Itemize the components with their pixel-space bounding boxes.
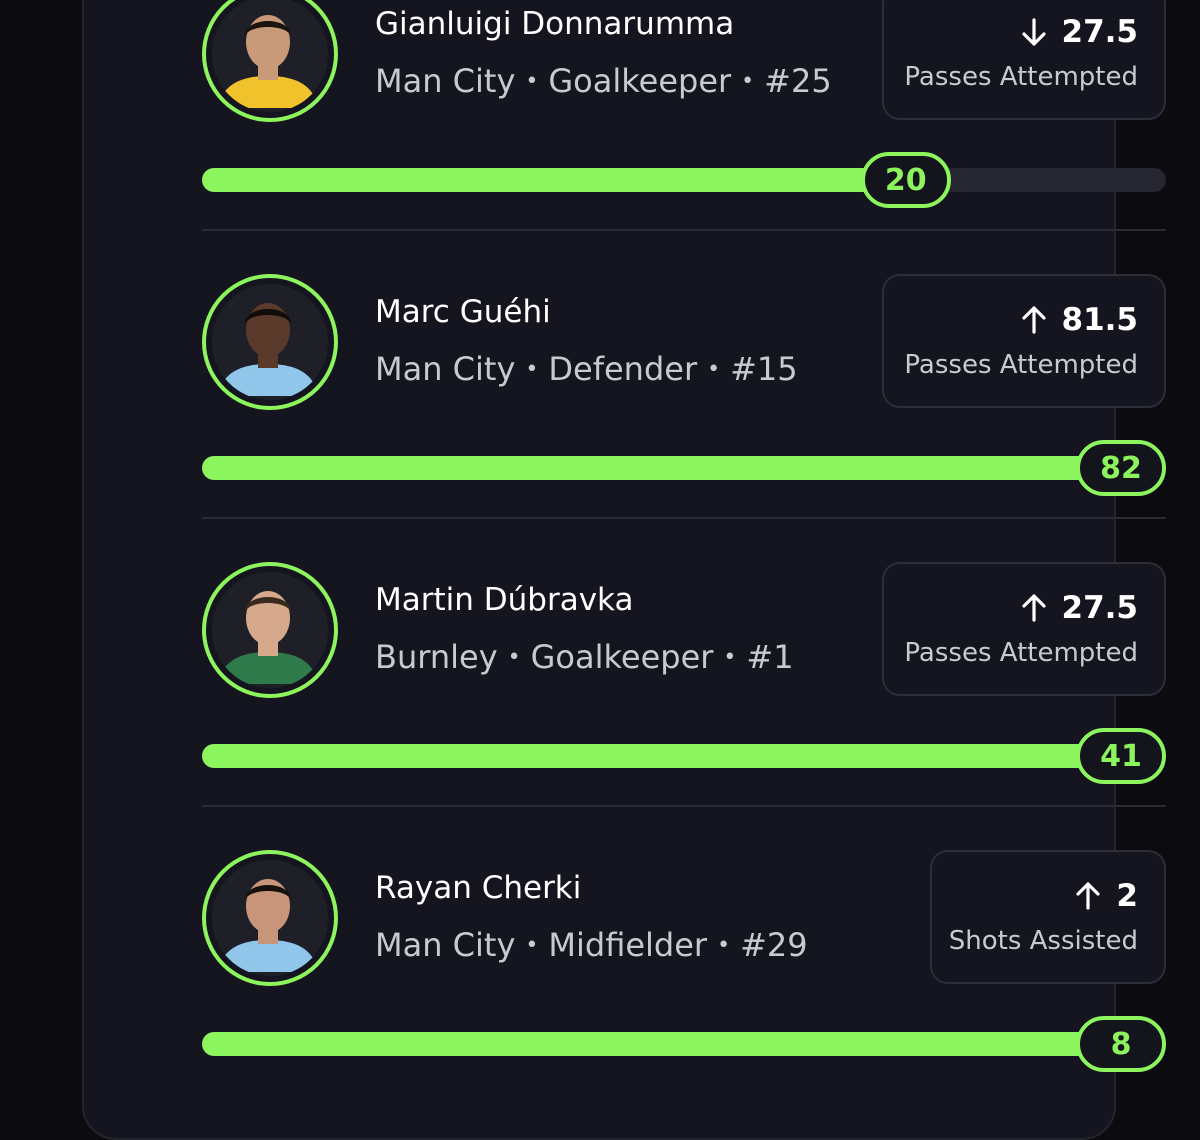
arrow-up-icon xyxy=(1020,305,1048,335)
player-team: Man City xyxy=(375,62,516,100)
arrow-up-icon xyxy=(1074,881,1102,911)
prop-stat-label: Passes Attempted xyxy=(904,62,1138,92)
progress-track: 82 xyxy=(202,440,1166,496)
prop-line-value: 27.5 xyxy=(1061,590,1139,626)
player-photo xyxy=(212,0,328,112)
player-photo xyxy=(212,860,328,976)
players-card: Gianluigi Donnarumma Man City • Goalkeeper… xyxy=(82,0,1166,1140)
progress-value-badge: 82 xyxy=(1076,440,1166,496)
progress-value-badge: 41 xyxy=(1076,728,1166,784)
player-position: Goalkeeper xyxy=(548,62,732,100)
row-divider xyxy=(202,229,1166,231)
player-name: Rayan Cherki xyxy=(375,870,582,906)
progress-fill xyxy=(202,744,1121,768)
player-photo xyxy=(212,572,328,688)
player-row[interactable]: Rayan Cherki Man City • Midfielder • #29 2 S… xyxy=(202,836,1166,1086)
player-row[interactable]: Martin Dúbravka Burnley • Goalkeeper • #1 27… xyxy=(202,548,1166,807)
player-photo xyxy=(212,284,328,400)
row-divider xyxy=(202,517,1166,519)
prop-line-box[interactable]: 81.5 Passes Attempted xyxy=(882,274,1166,408)
player-name: Marc Guéhi xyxy=(375,294,551,330)
player-row[interactable]: Gianluigi Donnarumma Man City • Goalkeeper… xyxy=(202,0,1166,231)
progress-fill xyxy=(202,456,1121,480)
arrow-down-icon xyxy=(1020,17,1048,47)
player-meta: Man City • Defender • #15 xyxy=(375,350,798,388)
prop-stat-label: Shots Assisted xyxy=(948,926,1138,956)
player-number: #1 xyxy=(746,638,794,676)
player-meta: Man City • Midfielder • #29 xyxy=(375,926,808,964)
player-avatar xyxy=(202,274,338,410)
prop-line-value: 2 xyxy=(1116,878,1138,914)
player-number: #25 xyxy=(764,62,832,100)
player-avatar xyxy=(202,562,338,698)
player-avatar xyxy=(202,0,338,122)
player-number: #29 xyxy=(740,926,808,964)
prop-line-box[interactable]: 27.5 Passes Attempted xyxy=(882,562,1166,696)
row-divider xyxy=(202,805,1166,807)
prop-line-box[interactable]: 2 Shots Assisted xyxy=(930,850,1166,984)
progress-value-badge: 20 xyxy=(860,152,951,208)
player-name: Gianluigi Donnarumma xyxy=(375,6,735,42)
progress-track: 41 xyxy=(202,728,1166,784)
progress-fill xyxy=(202,168,906,192)
player-row[interactable]: Marc Guéhi Man City • Defender • #15 81.5 Pa… xyxy=(202,260,1166,519)
player-position: Defender xyxy=(548,350,698,388)
player-position: Goalkeeper xyxy=(530,638,714,676)
prop-line-box[interactable]: 27.5 Passes Attempted xyxy=(882,0,1166,120)
progress-value-badge: 8 xyxy=(1076,1016,1166,1072)
player-team: Burnley xyxy=(375,638,498,676)
prop-stat-label: Passes Attempted xyxy=(904,638,1138,668)
progress-fill xyxy=(202,1032,1121,1056)
player-avatar xyxy=(202,850,338,986)
progress-track: 20 xyxy=(202,152,1166,208)
player-team: Man City xyxy=(375,926,516,964)
prop-line-value: 81.5 xyxy=(1061,302,1139,338)
progress-track: 8 xyxy=(202,1016,1166,1072)
player-team: Man City xyxy=(375,350,516,388)
player-position: Midfielder xyxy=(548,926,708,964)
player-name: Martin Dúbravka xyxy=(375,582,634,618)
arrow-up-icon xyxy=(1020,593,1048,623)
player-number: #15 xyxy=(730,350,798,388)
player-meta: Man City • Goalkeeper • #25 xyxy=(375,62,832,100)
player-meta: Burnley • Goalkeeper • #1 xyxy=(375,638,794,676)
prop-line-value: 27.5 xyxy=(1061,14,1139,50)
prop-stat-label: Passes Attempted xyxy=(904,350,1138,380)
